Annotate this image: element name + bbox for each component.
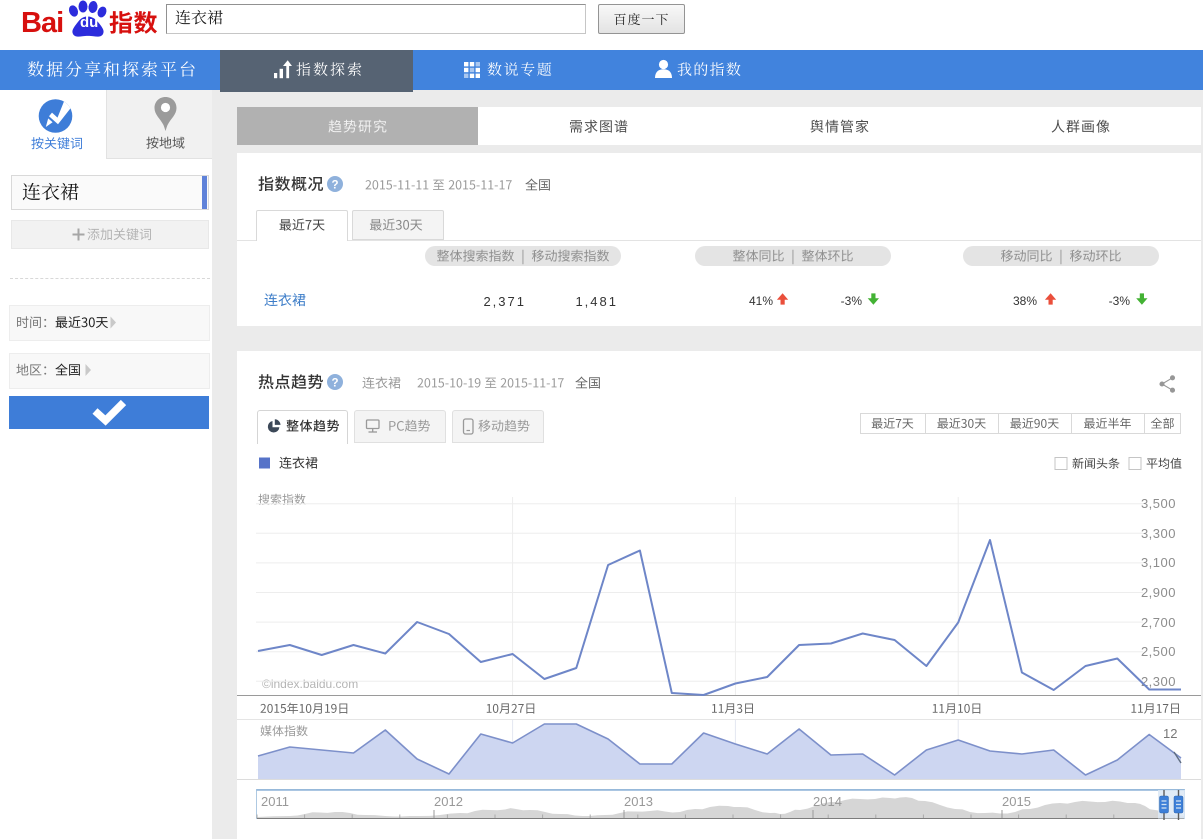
svg-text:2011: 2011 (261, 794, 289, 809)
svg-text:2012: 2012 (434, 794, 463, 809)
svg-text:2015: 2015 (1002, 794, 1031, 809)
svg-text:2013: 2013 (624, 794, 653, 809)
svg-text:2014: 2014 (813, 794, 842, 809)
svg-text:?: ? (331, 377, 338, 389)
svg-text:?: ? (331, 179, 338, 191)
